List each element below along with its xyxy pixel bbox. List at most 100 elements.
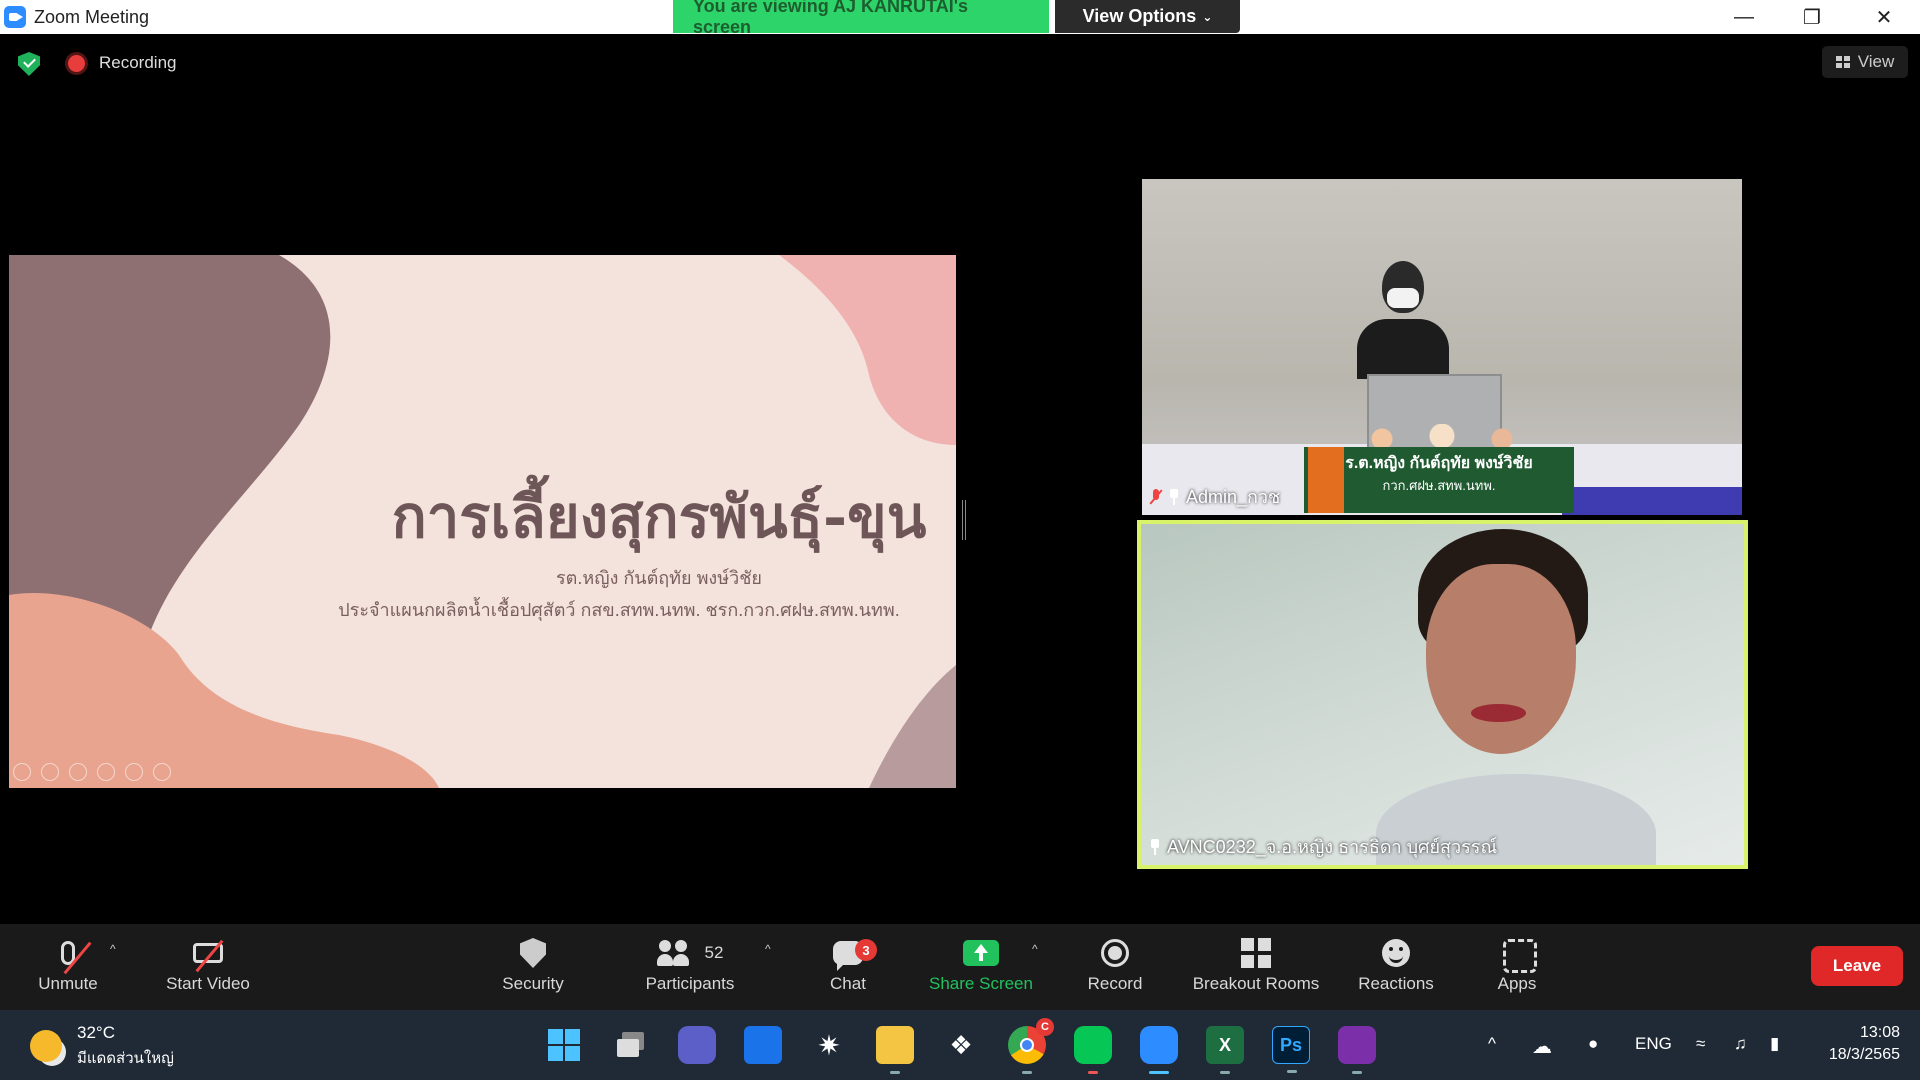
weather-description[interactable]: มีแดดส่วนใหญ่ <box>77 1046 174 1070</box>
pin-icon <box>1168 488 1180 505</box>
task-view-icon[interactable] <box>612 1026 650 1064</box>
chevron-up-icon[interactable]: ^ <box>1488 1034 1496 1054</box>
banner-affiliation-line: กวก.ศฝษ.สทพ.นทพ. <box>1382 478 1496 493</box>
view-options-button[interactable]: View Options ⌄ <box>1055 0 1240 33</box>
camera-off-icon <box>193 939 224 973</box>
participant-name-label: AVNC0232_จ.อ.หญิง ธารธิดา บุศย์สุวรรณ์ <box>1167 837 1498 857</box>
participant-name: AVNC0232_จ.อ.หญิง ธารธิดา บุศย์สุวรรณ์ <box>1149 832 1497 861</box>
meeting-toolbar: Unmute ^ Start Video Security 52 Partici… <box>0 924 1920 1010</box>
language-indicator[interactable]: ENG <box>1635 1034 1672 1054</box>
battery-icon[interactable]: ▮ <box>1770 1034 1779 1054</box>
more-icon[interactable] <box>153 763 171 781</box>
reactions-label: Reactions <box>1358 974 1434 993</box>
chrome-badge: C <box>1036 1018 1054 1036</box>
participants-button[interactable]: 52 Participants <box>640 932 740 994</box>
restore-button[interactable]: ❐ <box>1778 0 1846 34</box>
record-icon <box>1101 939 1129 967</box>
grid-view-icon <box>1835 56 1850 68</box>
share-screen-icon <box>963 940 999 966</box>
minimize-button[interactable]: — <box>1710 0 1778 34</box>
zoom-logo-icon <box>4 6 26 28</box>
participants-count: 52 <box>704 943 724 962</box>
participants-caret-icon[interactable]: ^ <box>765 942 771 956</box>
participant-name-label: Admin_กวช <box>1186 487 1281 507</box>
slide-affiliation: ประจำแผนกผลิตน้ำเชื้อปศุสัตว์ กสข.สทพ.นท… <box>338 600 900 620</box>
breakout-rooms-icon <box>1241 938 1271 968</box>
split-resize-handle[interactable] <box>962 500 966 540</box>
restore-icon: ❐ <box>1803 6 1821 29</box>
participant-name: Admin_กวช <box>1150 482 1280 511</box>
microphone-icon[interactable]: ● <box>1588 1034 1598 1054</box>
zoom-taskbar-icon[interactable] <box>1140 1026 1178 1074</box>
view-label: View <box>1857 52 1895 71</box>
prev-slide-icon[interactable] <box>13 763 31 781</box>
apps-button[interactable]: Apps <box>1494 932 1540 994</box>
mail-icon[interactable] <box>744 1026 782 1064</box>
security-shield-icon[interactable] <box>18 52 40 76</box>
volume-icon[interactable]: ♫ <box>1734 1034 1747 1054</box>
excel-icon[interactable]: X <box>1206 1026 1244 1074</box>
unmute-label: Unmute <box>38 974 98 993</box>
pen-icon[interactable] <box>69 763 87 781</box>
line-icon[interactable] <box>1074 1026 1112 1074</box>
weather-sun-icon[interactable] <box>30 1030 62 1062</box>
record-button[interactable]: Record <box>1080 932 1150 994</box>
zoom-icon[interactable] <box>125 763 143 781</box>
close-button[interactable]: ✕ <box>1850 0 1918 34</box>
window-title: Zoom Meeting <box>34 6 150 27</box>
chat-button[interactable]: 3 Chat <box>820 932 877 994</box>
participants-label: Participants <box>645 974 735 993</box>
security-label: Security <box>502 974 564 993</box>
participants-icon <box>656 940 693 966</box>
apps-label: Apps <box>1497 974 1537 993</box>
slide-controls <box>13 763 171 781</box>
share-screen-label: Share Screen <box>929 974 1033 993</box>
chrome-icon[interactable]: C <box>1008 1018 1054 1074</box>
share-screen-caret-icon[interactable]: ^ <box>1032 942 1038 956</box>
photoshop-label: Ps <box>1279 1034 1303 1055</box>
shared-screen: การเลี้ยงสุกรพันธุ์-ขุน รต.หญิง กันต์ฤทั… <box>9 255 956 788</box>
start-menu-icon[interactable] <box>545 1026 583 1064</box>
minimize-icon: — <box>1734 5 1754 28</box>
start-video-button[interactable]: Start Video <box>158 932 258 994</box>
share-screen-button[interactable]: Share Screen <box>926 932 1036 994</box>
apps-icon <box>1503 939 1537 973</box>
view-button[interactable]: View <box>1822 46 1908 78</box>
microphone-muted-icon <box>61 941 92 975</box>
video-tile-admin[interactable]: ร.ต.หญิง กันต์ฤทัย พงษ์วิชัย กวก.ศฝษ.สทพ… <box>1142 179 1742 515</box>
system-clock[interactable]: 13:08 18/3/2565 <box>1820 1022 1900 1066</box>
slide-title: การเลี้ยงสุกรพันธุ์-ขุน <box>391 483 927 551</box>
record-label: Record <box>1087 974 1143 993</box>
share-banner: You are viewing AJ KANRUTAI's screen Vie… <box>673 0 1240 37</box>
excel-label: X <box>1218 1034 1231 1055</box>
breakout-rooms-button[interactable]: Breakout Rooms <box>1186 932 1326 994</box>
app-slash-icon[interactable]: ✷ <box>810 1026 848 1064</box>
photoshop-icon[interactable]: Ps <box>1272 1026 1310 1073</box>
unmute-button[interactable]: Unmute <box>32 932 104 994</box>
reactions-button[interactable]: Reactions <box>1354 932 1438 994</box>
chevron-down-icon: ⌄ <box>1202 9 1213 24</box>
pdf-app-icon[interactable] <box>1338 1026 1376 1074</box>
slides-icon[interactable] <box>97 763 115 781</box>
weather-temperature[interactable]: 32°C <box>77 1023 115 1043</box>
clock-date: 18/3/2565 <box>1828 1046 1900 1063</box>
leave-button[interactable]: Leave <box>1811 946 1903 986</box>
name-banner: ร.ต.หญิง กันต์ฤทัย พงษ์วิชัย กวก.ศฝษ.สทพ… <box>1304 447 1574 513</box>
audio-options-caret-icon[interactable]: ^ <box>110 942 116 956</box>
teams-chat-icon[interactable] <box>678 1026 716 1064</box>
video-tile-active-speaker[interactable]: AVNC0232_จ.อ.หญิง ธารธิดา บุศย์สุวรรณ์ <box>1137 520 1748 869</box>
chat-icon: 3 <box>833 939 877 971</box>
recording-label: Recording <box>99 53 177 72</box>
clock-time: 13:08 <box>1859 1024 1900 1041</box>
wifi-icon[interactable]: ≈ <box>1696 1034 1705 1054</box>
slide-author: รต.หญิง กันต์ฤทัย พงษ์วิชัย <box>556 568 762 588</box>
start-video-label: Start Video <box>166 974 250 993</box>
pin-icon <box>1149 838 1161 855</box>
file-explorer-icon[interactable] <box>876 1026 914 1074</box>
security-button[interactable]: Security <box>493 932 573 994</box>
next-slide-icon[interactable] <box>41 763 59 781</box>
onedrive-cloud-icon[interactable]: ☁ <box>1532 1034 1552 1059</box>
dropbox-icon[interactable]: ❖ <box>942 1026 980 1064</box>
breakout-rooms-label: Breakout Rooms <box>1192 974 1320 993</box>
speaker-figure <box>1376 524 1656 865</box>
